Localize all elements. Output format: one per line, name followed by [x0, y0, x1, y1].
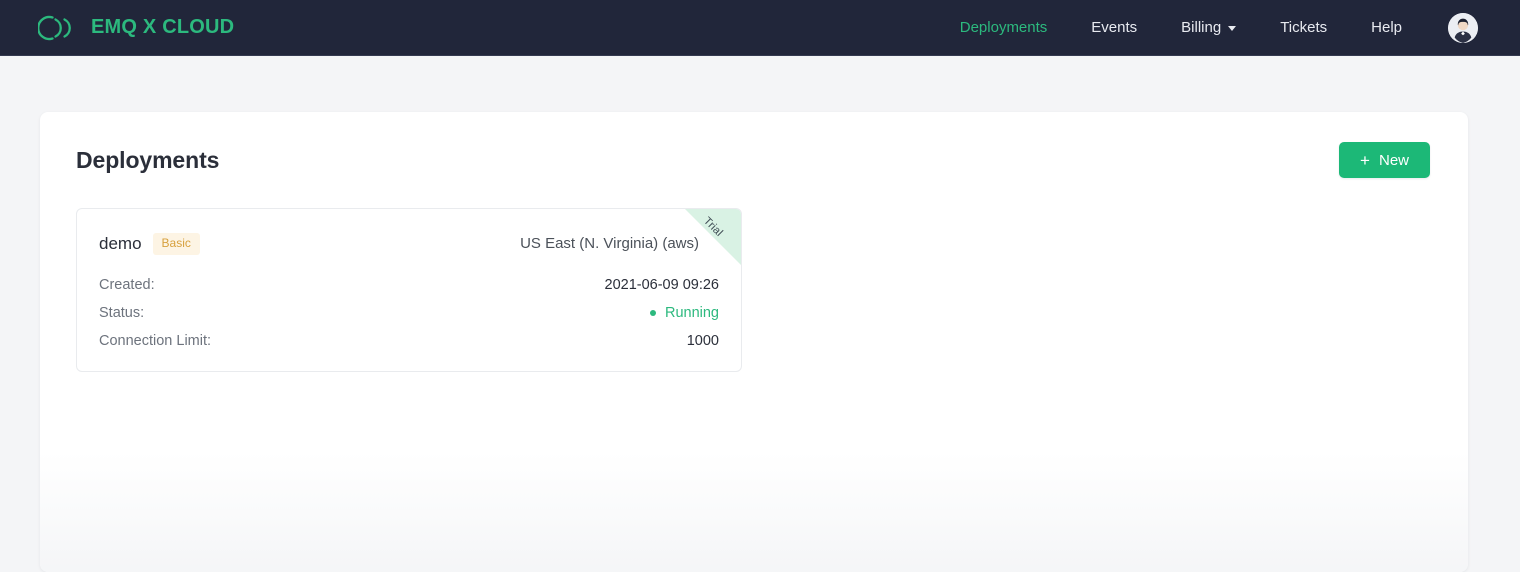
emqx-arcs-logo-icon [38, 13, 80, 43]
nav-item-label: Tickets [1280, 18, 1328, 36]
user-avatar-button[interactable] [1448, 12, 1478, 43]
top-navigation-bar: EMQ X CLOUD Deployments Events Billing T… [0, 0, 1520, 56]
user-avatar-icon [1448, 12, 1478, 43]
nav-item-tickets[interactable]: Tickets [1258, 0, 1349, 56]
status-badge: Running [649, 304, 719, 321]
created-label: Created: [99, 276, 155, 293]
deployment-card-list: Trial demo Basic US East (N. Virginia) (… [40, 178, 1468, 372]
deployments-panel: Deployments + New Trial demo Basic US Ea… [40, 112, 1468, 572]
main-nav: Deployments Events Billing Tickets Help [938, 0, 1520, 56]
plus-icon: + [1360, 150, 1370, 170]
chevron-down-icon [1228, 26, 1237, 31]
nav-item-billing[interactable]: Billing [1159, 0, 1258, 56]
nav-item-events[interactable]: Events [1069, 0, 1159, 56]
nav-item-label: Deployments [959, 18, 1048, 36]
nav-item-label: Help [1371, 18, 1402, 36]
deployment-card[interactable]: Trial demo Basic US East (N. Virginia) (… [76, 208, 742, 372]
nav-item-label: Billing [1181, 18, 1222, 36]
panel-bottom-fade [40, 452, 1468, 572]
connection-limit-value: 1000 [686, 332, 719, 349]
brand-name: EMQ X CLOUD [91, 16, 235, 38]
created-value: 2021-06-09 09:26 [604, 276, 720, 293]
new-deployment-button-label: New [1378, 151, 1409, 169]
nav-item-deployments[interactable]: Deployments [938, 0, 1070, 56]
status-value: Running [664, 304, 719, 321]
deployment-status-row: Status: Running [99, 305, 719, 321]
deployment-name: demo [99, 233, 142, 253]
plan-badge: Basic [152, 233, 200, 255]
brand-logo-link[interactable]: EMQ X CLOUD [38, 13, 234, 43]
nav-item-label: Events [1091, 18, 1138, 36]
deployment-card-header: demo Basic US East (N. Virginia) (aws) [99, 233, 719, 255]
deployment-identity: demo Basic [99, 233, 200, 255]
connection-limit-label: Connection Limit: [99, 332, 212, 349]
status-dot-icon [649, 309, 656, 316]
status-label: Status: [99, 304, 145, 321]
nav-item-help[interactable]: Help [1349, 0, 1424, 56]
page-title: Deployments [76, 146, 220, 173]
deployment-connection-limit-row: Connection Limit: 1000 [99, 333, 719, 349]
panel-header: Deployments + New [40, 112, 1468, 178]
new-deployment-button[interactable]: + New [1339, 142, 1430, 178]
deployment-created-row: Created: 2021-06-09 09:26 [99, 277, 719, 293]
deployment-region: US East (N. Virginia) (aws) [520, 235, 699, 253]
